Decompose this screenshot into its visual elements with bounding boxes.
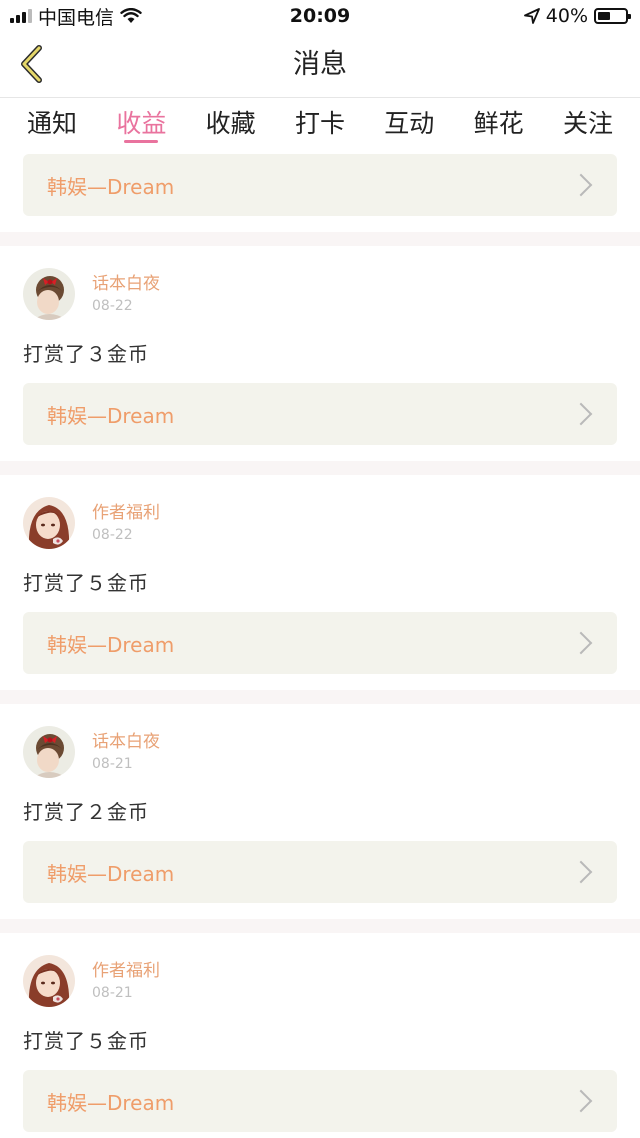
story-title: 韩娱—Dream xyxy=(47,1090,175,1115)
chevron-right-icon xyxy=(569,1089,593,1113)
story-title: 韩娱—Dream xyxy=(47,632,175,657)
list-item: 话本白夜 08-21 打赏了２金币 韩娱—Dream xyxy=(0,704,640,903)
sender-name[interactable]: 作者福利 xyxy=(92,502,160,524)
list-item: 作者福利 08-21 打赏了５金币 韩娱—Dream xyxy=(0,933,640,1132)
story-link-card[interactable]: 韩娱—Dream xyxy=(23,383,617,445)
battery-percent: 40% xyxy=(545,5,588,27)
list-item: 作者福利 08-22 打赏了５金币 韩娱—Dream xyxy=(0,475,640,674)
message-text: 打赏了５金币 xyxy=(23,1029,149,1053)
avatar[interactable] xyxy=(23,726,75,778)
cellular-signal-icon xyxy=(10,9,32,23)
story-link-card[interactable]: 韩娱—Dream xyxy=(23,154,617,216)
status-bar: 中国电信 20:09 40% xyxy=(0,0,640,32)
carrier-label: 中国电信 xyxy=(38,6,115,29)
divider xyxy=(0,232,640,246)
location-arrow-icon xyxy=(523,8,540,24)
nav-bar: 消息 xyxy=(0,32,640,98)
message-text: 打赏了５金币 xyxy=(23,571,149,595)
message-date: 08-22 xyxy=(92,298,133,314)
message-text: 打赏了２金币 xyxy=(23,800,149,824)
story-link-card[interactable]: 韩娱—Dream xyxy=(23,1070,617,1132)
page-title: 消息 xyxy=(293,49,347,80)
divider xyxy=(0,919,640,933)
sender-name[interactable]: 作者福利 xyxy=(92,960,160,982)
wifi-icon xyxy=(120,8,142,23)
tab-notifications[interactable]: 通知 xyxy=(8,98,96,150)
message-list: 韩娱—Dream 话本白夜 08-22 打赏了３金币 韩娱—Dream 作者福利… xyxy=(0,150,640,1132)
divider xyxy=(0,461,640,475)
tab-interactions[interactable]: 互动 xyxy=(365,98,453,150)
divider xyxy=(0,690,640,704)
active-tab-indicator xyxy=(124,140,159,143)
story-link-card[interactable]: 韩娱—Dream xyxy=(23,612,617,674)
sender-name[interactable]: 话本白夜 xyxy=(92,731,160,753)
story-title: 韩娱—Dream xyxy=(47,174,175,199)
tab-check-in[interactable]: 打卡 xyxy=(276,98,364,150)
avatar[interactable] xyxy=(23,955,75,1007)
message-date: 08-22 xyxy=(92,527,133,543)
avatar[interactable] xyxy=(23,268,75,320)
tab-favorites[interactable]: 收藏 xyxy=(187,98,275,150)
chevron-right-icon xyxy=(569,631,593,655)
tab-earnings[interactable]: 收益 xyxy=(97,98,185,150)
battery-icon xyxy=(594,8,631,24)
message-date: 08-21 xyxy=(92,756,133,772)
story-title: 韩娱—Dream xyxy=(47,403,175,428)
list-item: 话本白夜 08-22 打赏了３金币 韩娱—Dream xyxy=(0,246,640,445)
chevron-right-icon xyxy=(569,173,593,197)
message-date: 08-21 xyxy=(92,985,133,1001)
story-title: 韩娱—Dream xyxy=(47,861,175,886)
chevron-right-icon xyxy=(569,860,593,884)
tab-bar: 通知 收益 收藏 打卡 互动 鲜花 关注 xyxy=(0,98,640,150)
avatar[interactable] xyxy=(23,497,75,549)
message-text: 打赏了３金币 xyxy=(23,342,149,366)
tab-flowers[interactable]: 鲜花 xyxy=(455,98,543,150)
chevron-right-icon xyxy=(569,402,593,426)
story-link-card[interactable]: 韩娱—Dream xyxy=(23,841,617,903)
tab-following[interactable]: 关注 xyxy=(544,98,632,150)
sender-name[interactable]: 话本白夜 xyxy=(92,273,160,295)
